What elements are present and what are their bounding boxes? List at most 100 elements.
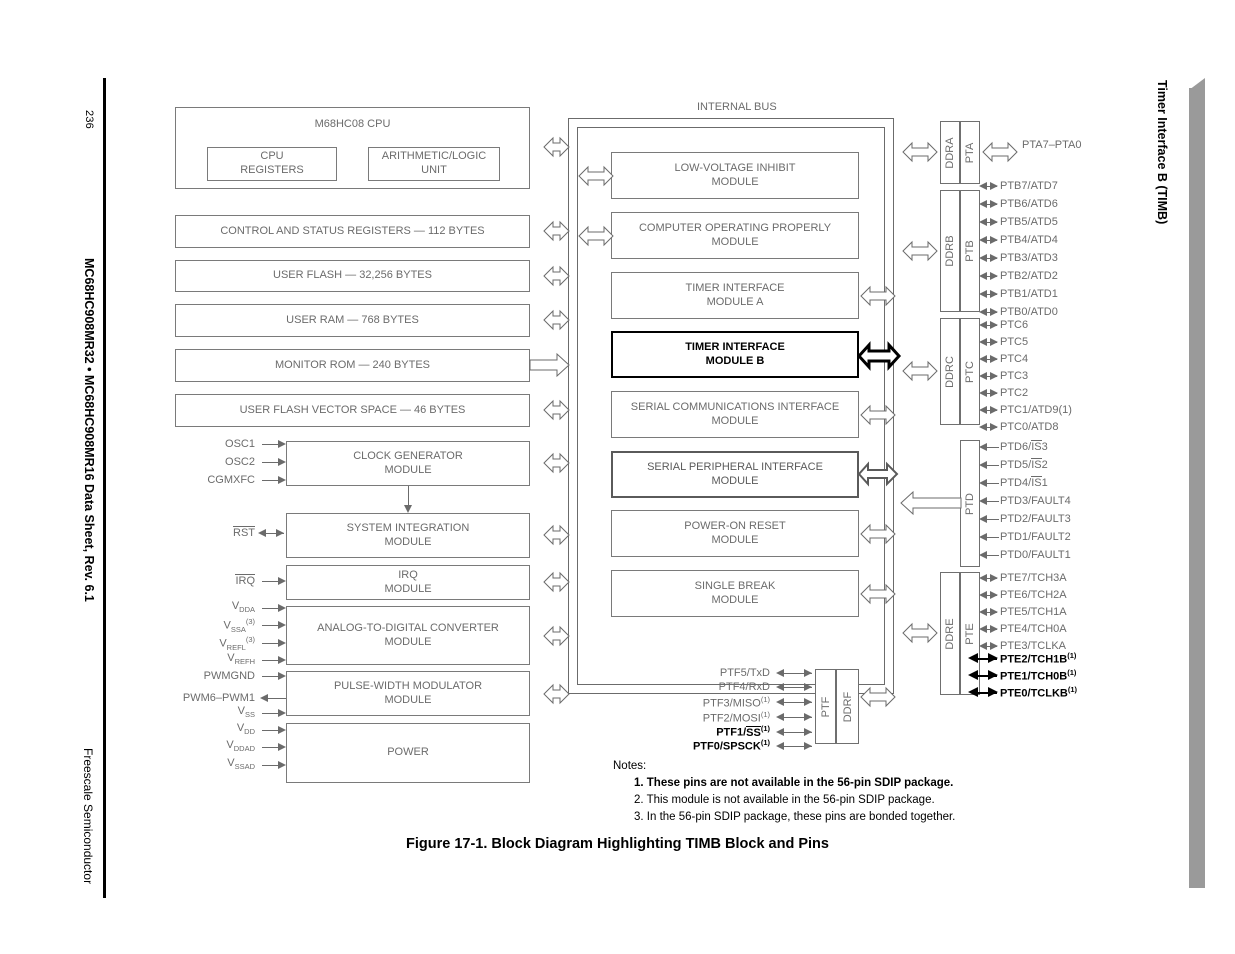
pin-ptf0-arrow-r (804, 742, 812, 750)
port-ddra-box: DDRA (940, 121, 960, 184)
port-ddrc-label: DDRC (944, 355, 956, 388)
pin-ptc6-arrow-r (990, 321, 998, 329)
pin-ptb6-arrow-l (979, 200, 987, 208)
pin-ptf5: PTF5/TxD (719, 667, 770, 679)
pin-ptb3-arrow-r (990, 254, 998, 262)
module-arrow-sci (860, 404, 896, 426)
pin-ptf5-arrow-r (804, 669, 812, 677)
bus-arrow-pwm (543, 683, 570, 705)
pin-ptf1-arrow-r (804, 728, 812, 736)
pin-pte1-arrow-r (988, 670, 998, 680)
port-pte-label: PTE (964, 622, 976, 645)
port-ddra-label: DDRA (944, 136, 956, 169)
bus-arrow-pta (902, 141, 938, 163)
port-ptb-box: PTB (960, 190, 980, 312)
pin-pte5-arrow-r (990, 608, 998, 616)
bus-arrow-ptf (860, 686, 896, 708)
pin-ptd2: PTD2/FAULT3 (1000, 513, 1071, 525)
pin-cgmxfc-arrow (278, 476, 286, 484)
pin-ptf1-arrow-l (776, 728, 784, 736)
pin-ptd1: PTD1/FAULT2 (1000, 531, 1071, 543)
pin-rst-arrow-right (276, 529, 284, 537)
pin-pte7-arrow-l (979, 574, 987, 582)
port-ptd-label: PTD (964, 492, 976, 515)
module-sci: SERIAL COMMUNICATIONS INTERFACE MODULE (611, 391, 859, 438)
port-arrow-ptd (900, 490, 962, 516)
module-low-voltage-inhibit: LOW-VOLTAGE INHIBIT MODULE (611, 152, 859, 199)
module-power-on-reset: POWER-ON RESET MODULE (611, 510, 859, 557)
spine-footer: Freescale Semiconductor (81, 748, 95, 885)
pin-ptb1-arrow-r (990, 290, 998, 298)
pin-vss-arrow (278, 709, 286, 717)
pin-rst-label: RST (233, 526, 255, 539)
pin-ptd3: PTD3/FAULT4 (1000, 495, 1071, 507)
pin-ptb6-arrow-r (990, 200, 998, 208)
document-page: 236 MC68HC908MR32 • MC68HC908MR16 Data S… (0, 0, 1235, 954)
port-ddrb-label: DDRB (944, 235, 956, 267)
pin-ptd6: PTD6/IS3 (1000, 440, 1048, 453)
bus-arrow-monitorrom (529, 352, 570, 378)
bus-arrow-lvi (578, 165, 614, 187)
bus-arrow-userflash (543, 265, 570, 287)
pin-ptc1-arrow-l (979, 406, 987, 414)
internal-bus-label: INTERNAL BUS (697, 101, 777, 113)
pin-ptc2-arrow-r (990, 389, 998, 397)
module-single-break: SINGLE BREAK MODULE (611, 570, 859, 617)
pin-osc1: OSC1 (225, 438, 255, 450)
pin-ptb0: PTB0/ATD0 (1000, 306, 1058, 318)
pin-ptf2-arrow-r (804, 713, 812, 721)
memory-block-csr: CONTROL AND STATUS REGISTERS — 112 BYTES (175, 215, 530, 248)
pin-ptb5: PTB5/ATD5 (1000, 216, 1058, 228)
pin-ptc1: PTC1/ATD9(1) (1000, 404, 1072, 416)
module-arrow-tima (860, 285, 896, 307)
pin-ptd2-arrow (979, 515, 987, 523)
pin-ptc4-arrow-r (990, 355, 998, 363)
chapter-tab-title: Timer Interface B (TIMB) (1155, 80, 1169, 225)
port-ddre-box: DDRE (940, 572, 960, 695)
pin-pte6: PTE6/TCH2A (1000, 589, 1067, 601)
pin-pte2: PTE2/TCH1B(1) (1000, 651, 1077, 666)
port-ptf-box: PTF (815, 669, 836, 744)
pin-pte0: PTE0/TCLKB(1) (1000, 685, 1078, 700)
bus-arrow-irq (543, 571, 570, 593)
page-number: 236 (83, 110, 95, 129)
pin-ptc3-arrow-r (990, 372, 998, 380)
pin-vdda-arrow (278, 604, 286, 612)
pin-ptb2: PTB2/ATD2 (1000, 270, 1058, 282)
pin-vrefh: VREFH (227, 652, 255, 667)
pin-pte7: PTE7/TCH3A (1000, 572, 1067, 584)
pin-pte6-arrow-l (979, 591, 987, 599)
port-ddrf-label: DDRF (841, 691, 854, 722)
pin-ptc0-arrow-l (979, 423, 987, 431)
bus-arrow-cpu (543, 136, 570, 158)
pin-pwm6-arrow (260, 694, 268, 702)
module-system-integration: SYSTEM INTEGRATION MODULE (286, 513, 530, 558)
port-arrow-pta-pins (982, 141, 1018, 163)
pin-ptb5-arrow-r (990, 218, 998, 226)
bus-arrow-sim (543, 524, 570, 546)
pin-pte2-arrow-r (988, 653, 998, 663)
pin-ptc3-arrow-l (979, 372, 987, 380)
module-arrow-sbm (860, 583, 896, 605)
pin-cgmxfc: CGMXFC (207, 474, 255, 486)
module-arrow-timb (856, 341, 902, 371)
pin-ptc4-arrow-l (979, 355, 987, 363)
port-ddre-label: DDRE (944, 617, 956, 650)
pin-ptd1-arrow (979, 533, 987, 541)
pin-pte4-arrow-l (979, 625, 987, 633)
pin-pte0-arrow-l (968, 687, 978, 697)
pin-ptb4-arrow-r (990, 236, 998, 244)
bus-arrow-clockgen (543, 452, 570, 474)
module-adc: ANALOG-TO-DIGITAL CONVERTER MODULE (286, 606, 530, 665)
pin-ptb7-arrow-r (990, 182, 998, 190)
pin-ptc5-arrow-r (990, 338, 998, 346)
pin-ptf0-arrow-l (776, 742, 784, 750)
pin-ptf3-arrow-l (776, 698, 784, 706)
pin-ptb0-arrow-r (990, 308, 998, 316)
port-ptf-label: PTF (819, 696, 832, 717)
clock-to-sim-arrowhead (404, 505, 412, 513)
pin-ptb4: PTB4/ATD4 (1000, 234, 1058, 246)
pin-pte7-arrow-r (990, 574, 998, 582)
cpu-title: M68HC08 CPU (314, 118, 391, 130)
pin-ptb2-arrow-r (990, 272, 998, 280)
